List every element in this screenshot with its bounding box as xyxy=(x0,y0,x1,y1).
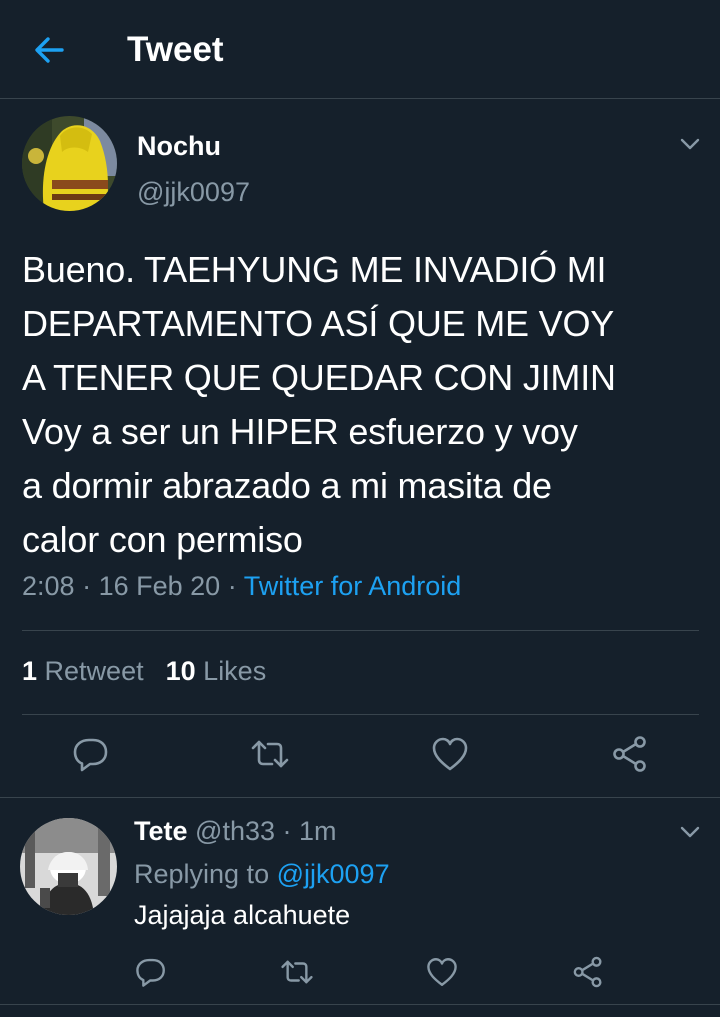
reply-header: Tete @th33 · 1m xyxy=(134,816,337,847)
divider xyxy=(0,797,720,798)
meta-separator: · xyxy=(82,571,99,601)
reply-author-name[interactable]: Tete xyxy=(134,816,188,846)
retweets-stat[interactable]: 1 Retweet xyxy=(22,656,144,686)
author-handle[interactable]: @jjk0097 xyxy=(137,177,250,208)
replying-to: Replying to @jjk0097 xyxy=(134,859,390,890)
meta-separator: · xyxy=(282,816,300,846)
retweet-button[interactable] xyxy=(250,734,290,774)
likes-stat[interactable]: 10 Likes xyxy=(166,656,267,686)
like-label: Likes xyxy=(203,656,267,686)
chevron-down-icon xyxy=(680,138,700,150)
reply-icon xyxy=(136,958,165,987)
reply-like-button[interactable] xyxy=(425,955,459,989)
replying-to-handle[interactable]: @jjk0097 xyxy=(277,859,390,889)
reply-icon xyxy=(73,738,108,772)
reply-reply-button[interactable] xyxy=(134,955,168,989)
like-icon xyxy=(427,958,457,986)
retweet-count: 1 xyxy=(22,656,38,686)
reply-retweet-button[interactable] xyxy=(280,955,314,989)
replying-to-label: Replying to xyxy=(134,859,270,889)
reply-button[interactable] xyxy=(71,734,111,774)
share-icon xyxy=(573,956,602,988)
tweet-options-button[interactable] xyxy=(678,136,702,152)
reply-share-button[interactable] xyxy=(571,955,605,989)
tweet-text: Bueno. TAEHYUNG ME INVADIÓ MI DEPARTAMEN… xyxy=(22,249,616,560)
like-button[interactable] xyxy=(430,734,470,774)
divider xyxy=(22,630,699,631)
tweet-source-link[interactable]: Twitter for Android xyxy=(244,571,462,601)
share-button[interactable] xyxy=(610,734,650,774)
author-avatar[interactable] xyxy=(22,116,117,211)
like-count: 10 xyxy=(165,656,196,686)
like-icon xyxy=(432,737,468,771)
reply-author-handle[interactable]: @th33 xyxy=(195,816,275,846)
tweet-meta: 2:08 · 16 Feb 20 · Twitter for Android xyxy=(22,571,461,602)
chevron-down-icon xyxy=(680,826,700,838)
tweet-stats: 1 Retweet 10 Likes xyxy=(22,656,266,687)
reply-options-button[interactable] xyxy=(678,824,702,840)
top-bar: Tweet xyxy=(0,0,720,99)
retweet-icon xyxy=(251,740,289,768)
retweet-label: Retweet xyxy=(44,656,144,686)
reply-text: Jajajaja alcahuete xyxy=(134,900,351,930)
divider xyxy=(0,1004,720,1005)
author-name[interactable]: Nochu xyxy=(137,131,221,162)
tweet-date: 16 Feb 20 xyxy=(98,571,221,601)
tweet-time: 2:08 xyxy=(22,571,75,601)
page-title: Tweet xyxy=(127,30,224,69)
share-icon xyxy=(613,736,646,772)
meta-separator: · xyxy=(227,571,244,601)
back-button[interactable] xyxy=(30,32,70,68)
divider xyxy=(22,714,699,715)
reply-author-avatar[interactable] xyxy=(20,818,117,915)
reply-age: 1m xyxy=(299,816,337,846)
retweet-icon xyxy=(281,960,313,984)
arrow-left-icon xyxy=(35,37,64,63)
